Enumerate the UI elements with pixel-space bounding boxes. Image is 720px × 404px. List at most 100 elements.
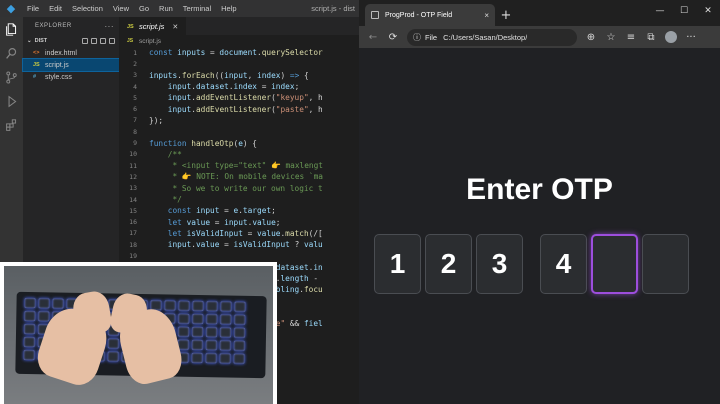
add-favorite-icon[interactable]: ☆ — [601, 27, 621, 47]
menu-selection[interactable]: Selection — [67, 4, 108, 13]
code-line[interactable]: 4 input. dataset. index = index; — [119, 81, 359, 92]
js-file-icon: JS — [33, 62, 40, 68]
code-token: length — [280, 274, 314, 284]
collections-icon[interactable]: ⧉ — [641, 27, 661, 47]
address-url: C:/Users/Sasan/Desktop/ — [443, 32, 528, 42]
code-token: = — [224, 206, 234, 216]
new-file-icon[interactable] — [82, 38, 88, 44]
page-favicon-icon — [371, 11, 379, 19]
code-line[interactable]: 8 — [119, 126, 359, 137]
collapse-icon[interactable] — [109, 38, 115, 44]
code-line[interactable]: 17 let isValidInput = value. match (/[ — [119, 228, 359, 239]
code-token: = — [247, 228, 257, 238]
code-token: dataset — [275, 262, 309, 272]
browser-tab[interactable]: ProgProd - OTP Field × — [365, 4, 495, 26]
refresh-button[interactable]: ⟳ — [383, 27, 403, 47]
code-token: inputs — [177, 48, 211, 58]
code-token: let — [167, 217, 187, 227]
css-file-icon: # — [33, 74, 37, 80]
browser-tabstrip: ProgProd - OTP Field × + — ☐ ✕ — [359, 0, 720, 26]
folder-dist[interactable]: ⌄ DIST — [23, 35, 119, 47]
otp-input-3[interactable]: 3 — [476, 234, 523, 294]
otp-input-5[interactable] — [591, 234, 638, 294]
code-token: "keyup" — [275, 93, 309, 103]
line-number: 9 — [133, 139, 137, 148]
code-line[interactable]: 16 let value = input. value; — [119, 216, 359, 227]
maximize-button[interactable]: ☐ — [672, 0, 696, 22]
refresh-icon[interactable] — [100, 38, 106, 44]
code-line[interactable]: 14 */ — [119, 194, 359, 205]
code-token: in — [313, 262, 323, 272]
code-token: index — [271, 82, 295, 92]
webcam-overlay — [0, 262, 277, 404]
code-line[interactable]: 9 function handleOtp(e) { — [119, 137, 359, 148]
js-file-icon: JS — [127, 23, 134, 30]
code-line[interactable]: 19 — [119, 250, 359, 261]
keyboard-video — [4, 266, 273, 404]
code-line[interactable]: 2 — [119, 58, 359, 69]
address-bar[interactable]: ⓘ File C:/Users/Sasan/Desktop/ — [407, 28, 577, 46]
search-icon[interactable] — [0, 41, 23, 65]
close-tab-icon[interactable]: × — [484, 11, 489, 20]
otp-input-6[interactable] — [642, 234, 689, 294]
more-actions-icon[interactable]: ··· — [105, 22, 115, 31]
code-line[interactable]: 10 /** — [119, 149, 359, 160]
line-number: 18 — [129, 240, 137, 249]
more-icon[interactable]: ··· — [681, 27, 701, 47]
menu-edit[interactable]: Edit — [44, 4, 67, 13]
code-token: handleOtp — [191, 138, 234, 148]
profile-icon[interactable] — [665, 31, 677, 43]
menu-terminal[interactable]: Terminal — [178, 4, 216, 13]
code-token: * <input type="text" 👉 maxlengt — [149, 161, 324, 171]
file-style-css[interactable]: # style.css — [23, 71, 119, 83]
menu-run[interactable]: Run — [154, 4, 178, 13]
code-line[interactable]: 18 input. value = isValidInput ? valu — [119, 239, 359, 250]
code-line[interactable]: 7}); — [119, 115, 359, 126]
breadcrumb[interactable]: JS script.js — [119, 35, 359, 47]
line-number: 6 — [133, 105, 137, 114]
code-token: addEventListener — [195, 104, 272, 114]
code-token: function — [149, 138, 192, 148]
run-debug-icon[interactable] — [0, 89, 23, 113]
menu-help[interactable]: Help — [216, 4, 241, 13]
code-token: - — [313, 274, 319, 284]
back-button[interactable]: ← — [363, 27, 383, 47]
extensions-icon[interactable] — [0, 113, 23, 137]
file-script-js[interactable]: JS script.js — [22, 58, 120, 72]
new-tab-button[interactable]: + — [495, 4, 517, 26]
favorites-icon[interactable]: ≡ — [621, 27, 641, 47]
tab-label: script.js — [139, 22, 165, 31]
code-line[interactable]: 6 input. addEventListener("paste", h — [119, 103, 359, 114]
source-control-icon[interactable] — [0, 65, 23, 89]
otp-input-2[interactable]: 2 — [425, 234, 472, 294]
menu-view[interactable]: View — [108, 4, 134, 13]
new-folder-icon[interactable] — [91, 38, 97, 44]
code-line[interactable]: 11 * <input type="text" 👉 maxlengt — [119, 160, 359, 171]
code-line[interactable]: 13 * So we to write our own logic t — [119, 183, 359, 194]
code-line[interactable]: 1 const inputs = document. querySelector — [119, 47, 359, 58]
tab-script-js[interactable]: JS script.js ✕ — [119, 17, 187, 35]
folder-label: DIST — [34, 38, 48, 44]
code-token: isValidInput — [233, 240, 295, 250]
line-number: 16 — [129, 218, 137, 227]
files-icon[interactable] — [0, 17, 23, 41]
file-index-html[interactable]: <> index.html — [23, 47, 119, 59]
minimize-button[interactable]: — — [648, 0, 672, 22]
line-number: 19 — [129, 251, 137, 260]
close-window-button[interactable]: ✕ — [696, 0, 720, 22]
otp-input-4[interactable]: 4 — [540, 234, 587, 294]
code-line[interactable]: 5 input. addEventListener("keyup", h — [119, 92, 359, 103]
code-line[interactable]: 12 * 👉 NOTE: On mobile devices `ma — [119, 171, 359, 182]
menu-go[interactable]: Go — [134, 4, 154, 13]
otp-input-1[interactable]: 1 — [374, 234, 421, 294]
code-line[interactable]: 3 inputs. forEach((input, index) => { — [119, 70, 359, 81]
code-token: value — [186, 217, 215, 227]
code-line[interactable]: 15 const input = e. target; — [119, 205, 359, 216]
menu-file[interactable]: File — [22, 4, 44, 13]
close-icon[interactable]: ✕ — [172, 23, 178, 31]
zoom-icon[interactable]: ⊕ — [581, 27, 601, 47]
code-token: */ — [149, 195, 182, 204]
code-token: dataset — [195, 82, 229, 92]
